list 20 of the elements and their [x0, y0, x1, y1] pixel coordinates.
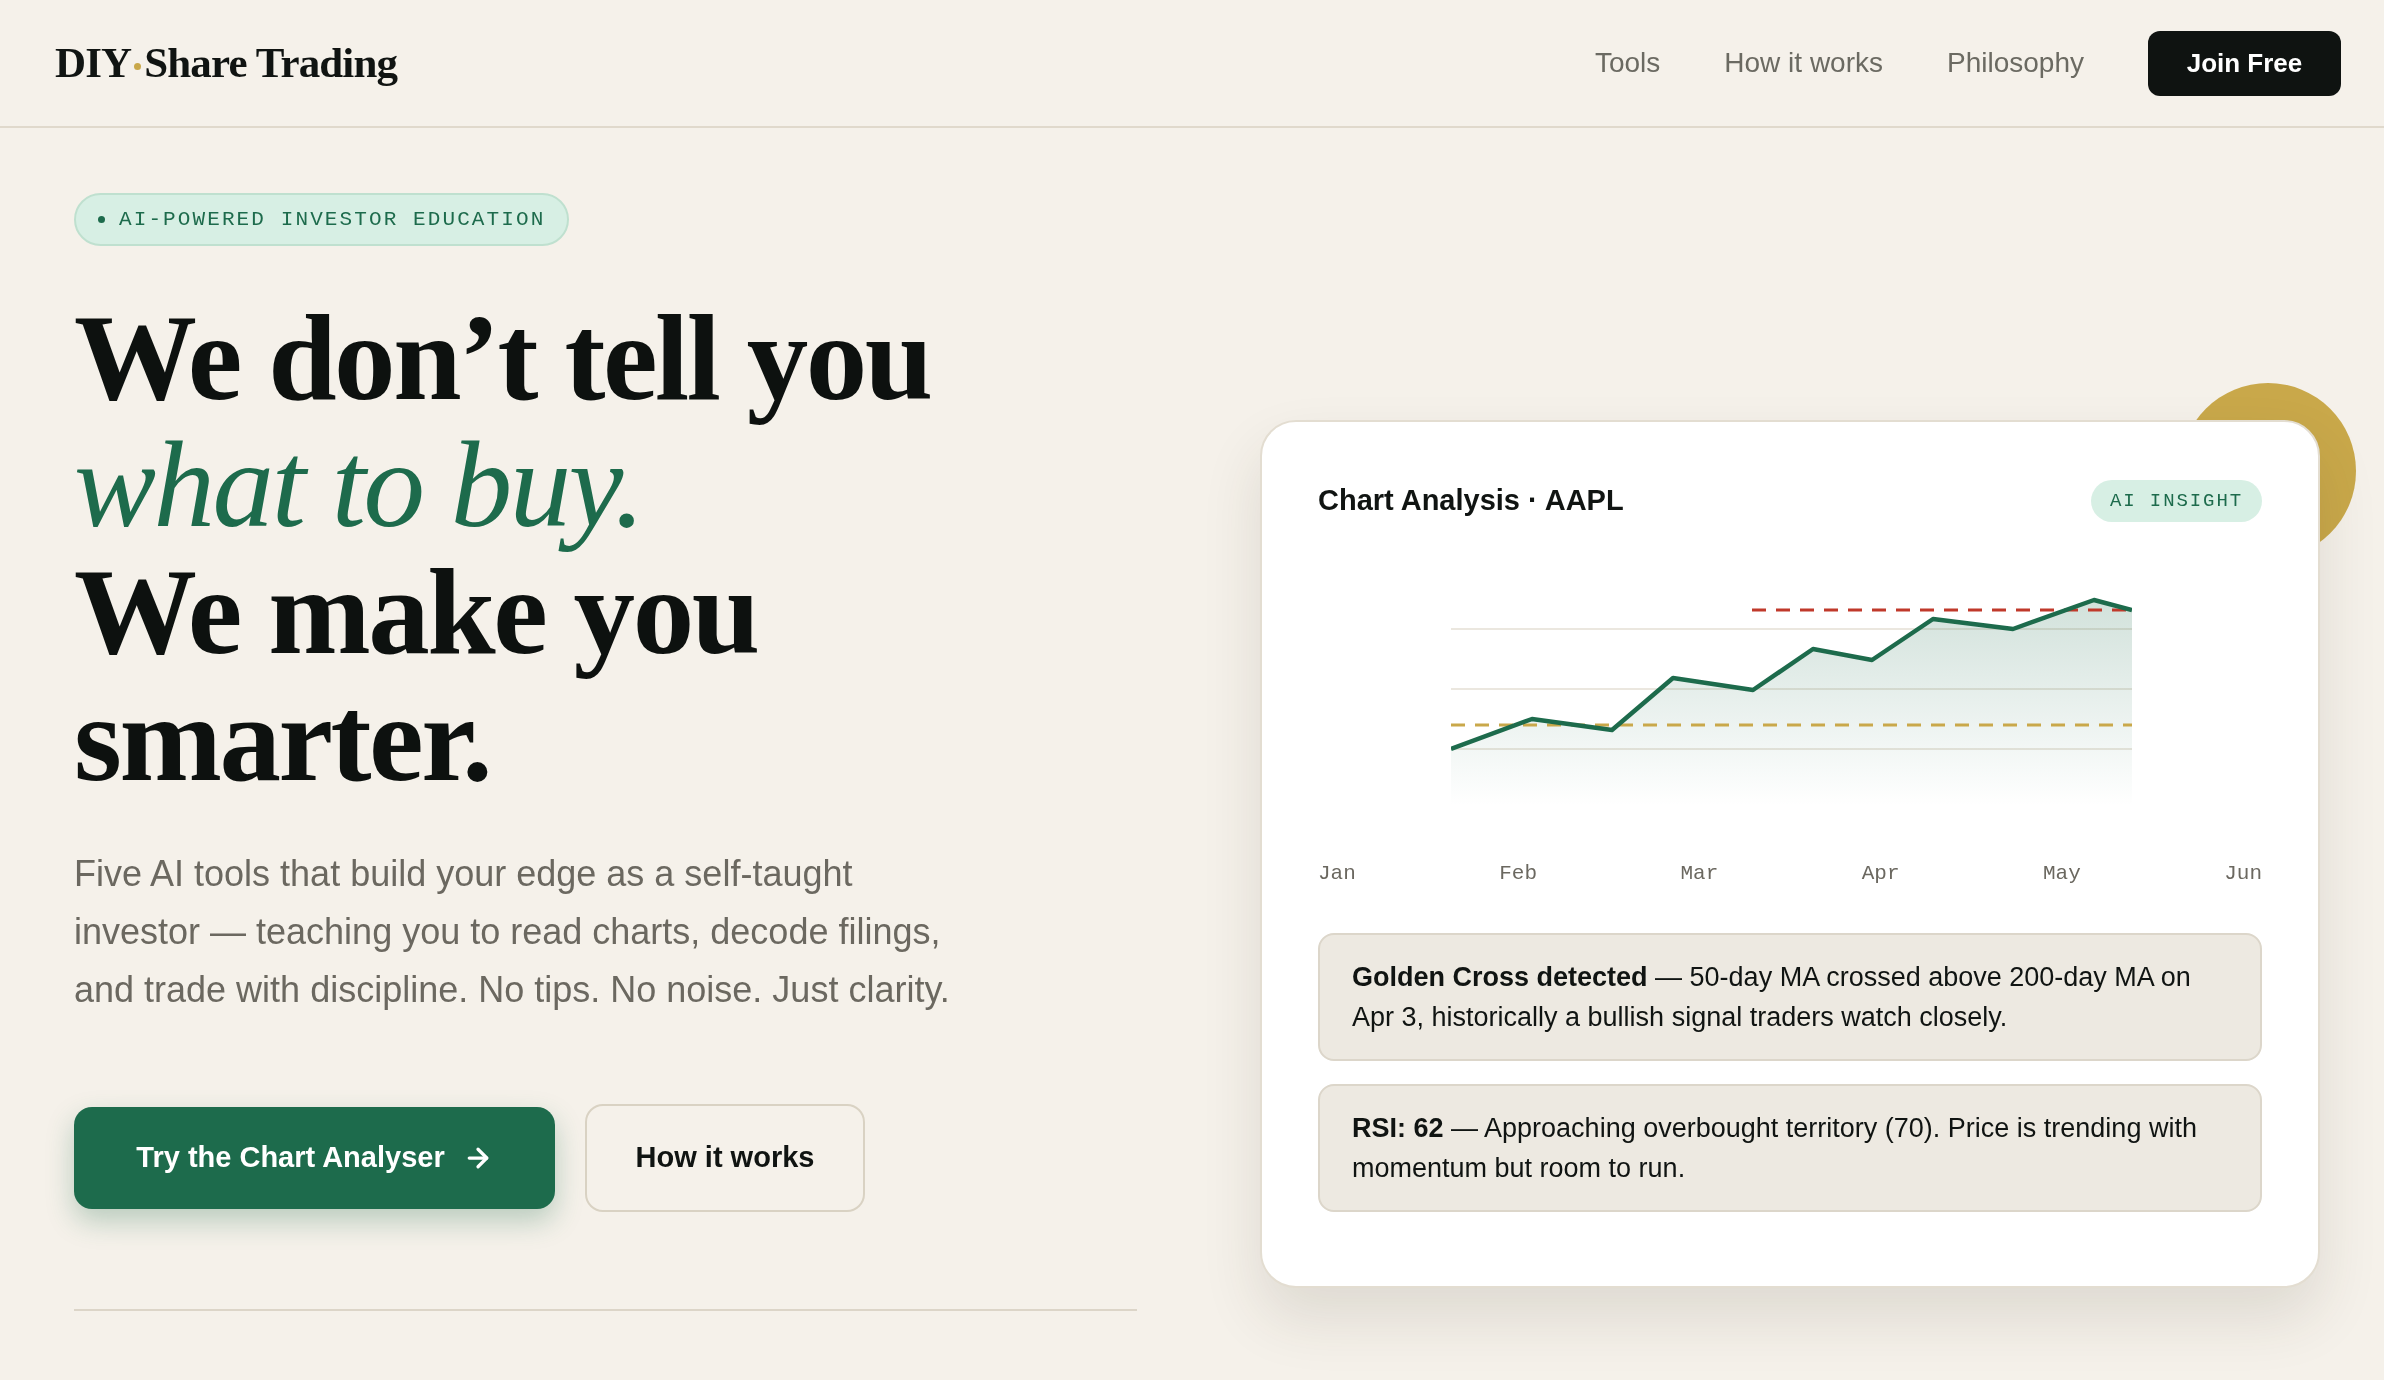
insight-tag: AI INSIGHT: [2090, 480, 2262, 522]
month-label: Jun: [2224, 861, 2262, 887]
badge-text: AI-POWERED INVESTOR EDUCATION: [119, 206, 546, 233]
nav-link[interactable]: Tools: [1594, 42, 1661, 84]
join-button[interactable]: Join Free: [2148, 30, 2341, 96]
month-label: Feb: [1499, 861, 1538, 887]
insight-text: Golden Cross detected — 50-day MA crossed above 200-day MA on Apr 3, historically a bullish signal traders watch closely.: [1352, 961, 2192, 1034]
card-title: Chart Analysis · AAPL: [1318, 483, 1624, 519]
headline: We don’t tell you what to buy. We make you smarter.: [74, 294, 932, 802]
logo[interactable]: DIY Share Trading: [55, 30, 398, 96]
month-label: May: [2042, 861, 2081, 887]
nav-link[interactable]: Philosophy: [1947, 42, 2084, 84]
month-label: Apr: [1861, 861, 1900, 887]
month-label: Mar: [1680, 861, 1719, 887]
primary-button[interactable]: Try the Chart Analyser: [74, 1107, 555, 1209]
insight-text: RSI: 62 — Approaching overbought territory (70). Price is trending with momentum but room to run.: [1352, 1112, 2198, 1185]
month-label: Jan: [1318, 861, 1356, 887]
secondary-button[interactable]: How it works: [585, 1104, 865, 1212]
nav-link[interactable]: How it works: [1724, 42, 1883, 84]
hero-description: Five AI tools that build your edge as a self-taught investor — teaching you to read charts, decode filings, and trade with discipline. No tips. No noise. Just clarity.: [74, 852, 951, 1012]
